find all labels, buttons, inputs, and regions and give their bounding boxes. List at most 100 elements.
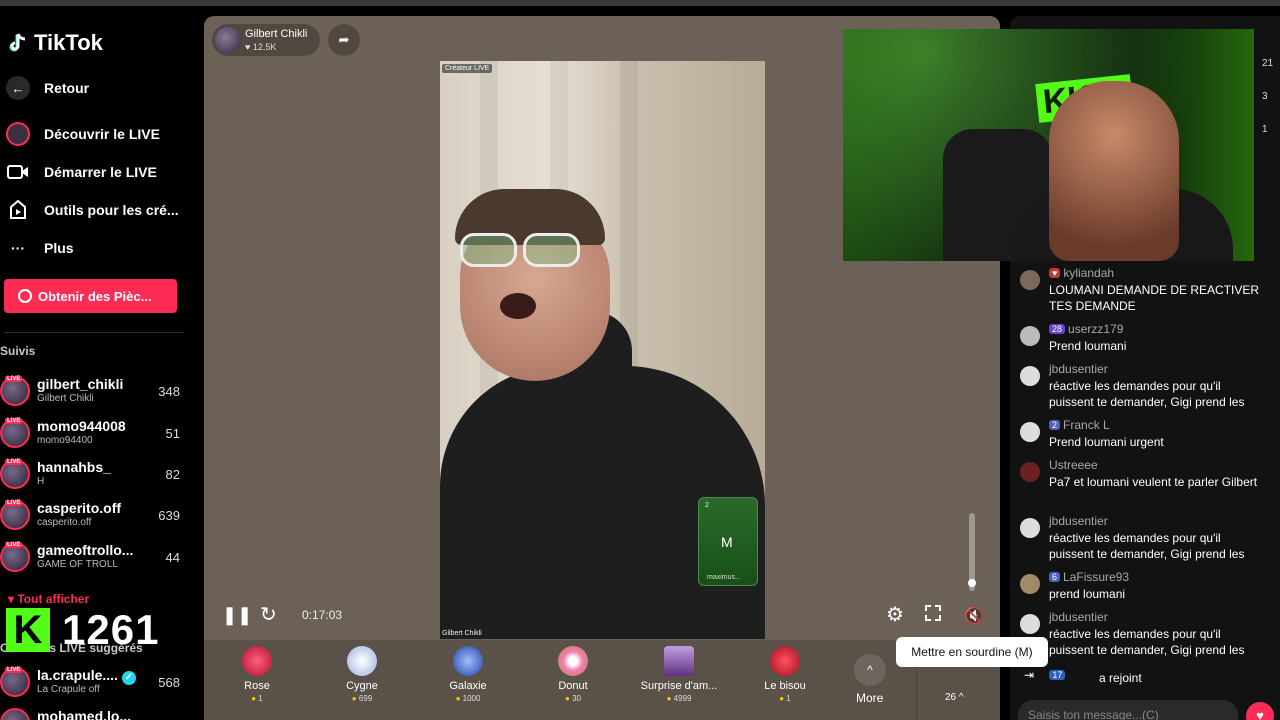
gift-item[interactable]: Surprise d'am... 4999	[634, 646, 724, 703]
chat-text: réactive les demandes pour qu'il puissen…	[1049, 531, 1245, 561]
suggested-name: mohamed.lo...	[37, 708, 132, 720]
avatar: LIVE	[0, 542, 30, 572]
kick-viewer-count: 1261	[62, 606, 160, 653]
more-gifts-label[interactable]: More	[856, 691, 883, 705]
chat-username: jbdusentier	[1049, 514, 1108, 528]
suggested-name: la.crapule.... ✓	[37, 667, 147, 685]
suggested-item[interactable]: LIVE la.crapule.... ✓ La Crapule off 568	[0, 665, 190, 701]
nav-label: Plus	[44, 240, 74, 256]
guest-card[interactable]: 2 M maximus...	[698, 497, 758, 586]
avatar: LIVE	[0, 418, 30, 448]
ellipsis-icon: ···	[11, 240, 25, 256]
gift-item[interactable]: Le bisou 1	[740, 646, 830, 703]
join-text: a rejoint	[1099, 671, 1142, 685]
nav-label: Découvrir le LIVE	[44, 126, 160, 142]
refresh-icon[interactable]: ↻	[260, 602, 277, 627]
kiss-icon	[770, 646, 800, 676]
kick-viewer-overlay: K 1261	[6, 606, 159, 654]
avatar: LIVE	[0, 667, 30, 697]
following-title: Suivis	[0, 344, 36, 358]
live-badge: LIVE	[5, 667, 23, 673]
creator-live-tag: Créateur LIVE	[442, 64, 493, 73]
nav-discover-live[interactable]: Découvrir le LIVE	[6, 122, 196, 146]
chat-text: prend loumani	[1049, 587, 1126, 601]
gift-item[interactable]: Cygne 699	[317, 646, 407, 703]
get-coins-button[interactable]: Obtenir des Pièc...	[4, 279, 177, 313]
following-subname: casperito.off	[37, 517, 92, 528]
chat-username: jbdusentier	[1049, 610, 1108, 624]
settings-icon[interactable]: ⚙	[886, 602, 904, 627]
nav-creator-tools[interactable]: Outils pour les cré...	[6, 198, 196, 222]
enter-icon: ⇥	[1024, 668, 1035, 682]
following-subname: H	[37, 476, 45, 487]
host-likes: ♥ 12.5K	[245, 42, 277, 52]
back-label: Retour	[44, 80, 90, 96]
rank-number: 3	[1262, 91, 1268, 102]
gift-price: 1	[740, 694, 830, 703]
guest-name: maximus...	[707, 574, 741, 581]
coin-icon	[18, 289, 32, 303]
stream-time: 0:17:03	[302, 608, 343, 622]
avatar: LIVE	[0, 459, 30, 489]
host-avatar	[215, 27, 241, 53]
following-item[interactable]: LIVE casperito.off casperito.off 639	[0, 498, 190, 534]
tiktok-wordmark: TikTok	[34, 30, 103, 55]
heart-badge-icon: ♥	[1049, 268, 1061, 278]
following-item[interactable]: LIVE gameoftrollo... GAME OF TROLL 44	[0, 540, 190, 576]
following-item[interactable]: LIVE gilbert_chikli Gilbert Chikli 348	[0, 374, 190, 410]
avatar	[1020, 270, 1040, 290]
live-avatar-icon	[6, 122, 30, 146]
following-name: gameoftrollo...	[37, 542, 134, 558]
host-name: Gilbert Chikli	[245, 28, 308, 40]
share-icon[interactable]: ➦	[328, 24, 360, 56]
gift-counter-value: 26 ^	[945, 692, 964, 703]
back-link[interactable]: ← Retour	[6, 76, 196, 100]
gift-item[interactable]: Galaxie 1000	[423, 646, 513, 703]
gift-name: Cygne	[346, 680, 378, 692]
tiktok-logo[interactable]: TikTok	[8, 30, 103, 56]
get-coins-label: Obtenir des Pièc...	[38, 288, 152, 304]
following-item[interactable]: LIVE hannahbs_ H 82	[0, 457, 190, 493]
nav-more[interactable]: ··· Plus	[6, 236, 196, 260]
gift-name: Donut	[558, 680, 588, 692]
chat-text: Prend loumani urgent	[1049, 435, 1164, 449]
fullscreen-icon[interactable]	[925, 605, 941, 621]
chevron-up-icon[interactable]: ^	[854, 654, 886, 686]
avatar	[1020, 574, 1040, 594]
live-badge: LIVE	[5, 376, 23, 382]
host-info[interactable]: Gilbert Chikli ♥ 12.5K	[212, 24, 320, 56]
see-all-label: Tout afficher	[17, 592, 90, 606]
join-notice: ⇥ 17 a rejoint	[1024, 668, 1142, 685]
avatar	[0, 708, 30, 720]
see-all-link[interactable]: ▾ Tout afficher	[8, 592, 89, 606]
following-item[interactable]: LIVE momo944008 momo94400 51	[0, 416, 190, 452]
nav-label: Démarrer le LIVE	[44, 164, 157, 180]
avatar: LIVE	[0, 500, 30, 530]
gift-name: Galaxie	[449, 680, 487, 692]
guest-badge: 2	[705, 502, 709, 509]
nav-start-live[interactable]: Démarrer le LIVE	[6, 160, 196, 184]
pause-icon[interactable]: ❚❚	[222, 605, 252, 626]
gift-item[interactable]: Rose 1	[212, 646, 302, 703]
kick-logo: K	[6, 608, 50, 652]
level-badge: 17	[1049, 670, 1066, 680]
live-badge: LIVE	[5, 500, 23, 506]
mute-icon[interactable]: 🔇	[964, 606, 984, 626]
verified-badge-icon: ✓	[121, 671, 136, 685]
rank-number: 21	[1262, 58, 1274, 69]
following-subname: Gilbert Chikli	[37, 393, 94, 404]
chat-text: réactive les demandes pour qu'il puissen…	[1049, 627, 1245, 657]
chat-input[interactable]: Saisis ton message...(C)	[1018, 700, 1238, 720]
suggested-subname: La Crapule off	[37, 684, 100, 695]
tiktok-note-icon	[8, 31, 30, 55]
following-name: gilbert_chikli	[37, 376, 124, 392]
suggested-item[interactable]: mohamed.lo...	[0, 706, 190, 720]
gift-item[interactable]: Donut 30	[528, 646, 618, 703]
level-badge: 6	[1049, 572, 1061, 582]
mute-tooltip: Mettre en sourdine (M)	[896, 637, 1048, 667]
live-badge: LIVE	[5, 459, 23, 465]
chat-text: Prend loumani	[1049, 339, 1127, 353]
avatar	[1020, 462, 1040, 482]
rank-number: 1	[1262, 124, 1268, 135]
chat-username: 2 Franck L	[1049, 418, 1110, 432]
